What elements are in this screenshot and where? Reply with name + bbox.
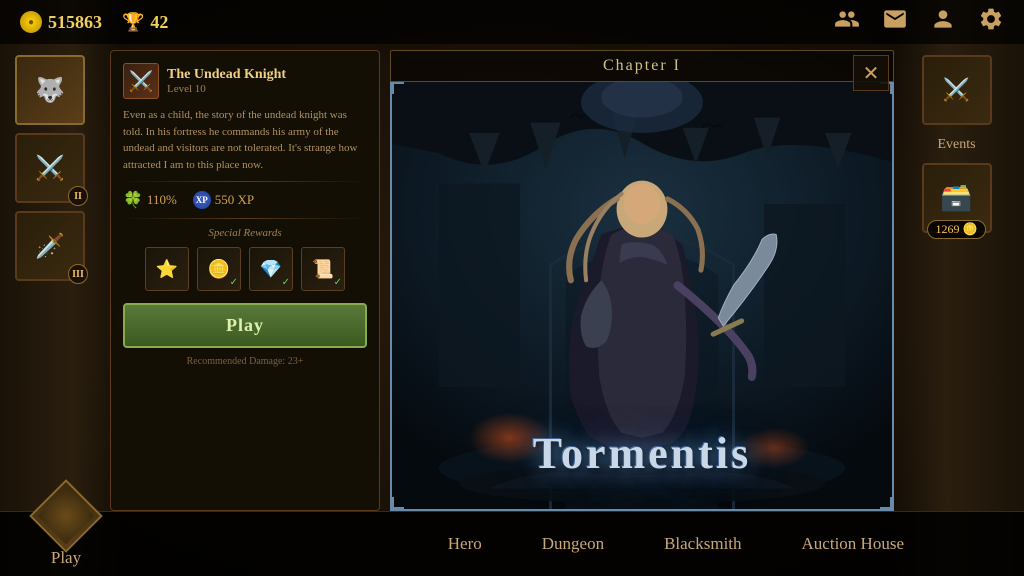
level-slot-3[interactable]: 🗡️ III xyxy=(15,211,85,281)
quest-icon-box: ⚔️ xyxy=(123,63,159,99)
quest-icon: ⚔️ xyxy=(129,69,154,94)
currency-amount: 515863 xyxy=(48,12,102,33)
settings-icon[interactable] xyxy=(978,6,1004,38)
level-slot-1[interactable]: 🐺 xyxy=(15,55,85,125)
level-slot-2-icon: ⚔️ xyxy=(35,154,65,183)
level-badge-3: III xyxy=(68,264,88,284)
level-badge-2: II xyxy=(68,186,88,206)
chapter-label: Chapter I xyxy=(603,57,681,74)
top-bar: ● 515863 🏆 42 xyxy=(0,0,1024,44)
chapter-image[interactable]: Tormentis xyxy=(390,82,894,511)
xp-icon: XP xyxy=(193,191,211,209)
left-sidebar: 🐺 ⚔️ II 🗡️ III xyxy=(15,55,105,281)
reward-scroll-check: ✓ xyxy=(334,277,342,288)
right-sidebar: ⚔️ Events 🗃️ 1269 🪙 xyxy=(899,55,1014,233)
reward-box-xp: ⭐ xyxy=(145,247,189,291)
mail-icon[interactable] xyxy=(882,6,908,38)
luck-reward: 🍀 110% xyxy=(123,190,177,210)
events-label: Events xyxy=(937,137,975,153)
nav-dungeon[interactable]: Dungeon xyxy=(542,534,604,554)
level-slot-1-icon: 🐺 xyxy=(35,76,65,105)
clover-icon: 🍀 xyxy=(123,190,143,210)
level-slot-3-icon: 🗡️ xyxy=(35,232,65,261)
xp-amount: 550 XP xyxy=(215,192,254,208)
chapter-panel: Chapter I xyxy=(390,50,894,511)
play-quest-button[interactable]: Play xyxy=(123,303,367,348)
game-title: Tormentis xyxy=(392,428,892,479)
trophy-count: 42 xyxy=(150,12,168,33)
chest-icon: 🗃️ xyxy=(940,183,972,213)
quest-title: The Undead Knight xyxy=(167,67,286,83)
trophy-display: 🏆 42 xyxy=(122,12,168,33)
reward-icons-row: ⭐ 🪙 ✓ 💎 ✓ 📜 ✓ xyxy=(123,247,367,291)
profile-icon[interactable] xyxy=(930,6,956,38)
corner-ornament-bl xyxy=(392,497,404,509)
chest-count: 1269 🪙 xyxy=(927,220,987,239)
coin-icon: ● xyxy=(20,11,42,33)
quest-panel: ⚔️ The Undead Knight Level 10 Even as a … xyxy=(110,50,380,511)
close-button[interactable]: ✕ xyxy=(853,55,889,91)
reward-gem-icon: 💎 xyxy=(260,259,282,280)
nav-blacksmith[interactable]: Blacksmith xyxy=(664,534,741,554)
reward-box-gem: 💎 ✓ xyxy=(249,247,293,291)
quest-level: Level 10 xyxy=(167,83,286,95)
reward-scroll-icon: 📜 xyxy=(312,259,334,280)
trophy-icon: 🏆 xyxy=(122,12,144,33)
recommended-damage: Recommended Damage: 23+ xyxy=(123,356,367,367)
reward-coin-check: ✓ xyxy=(230,277,238,288)
special-rewards-label: Special Rewards xyxy=(123,227,367,239)
divider-2 xyxy=(123,218,367,219)
events-icon: ⚔️ xyxy=(943,77,970,103)
corner-ornament-tl xyxy=(392,82,404,94)
reward-coin-icon: 🪙 xyxy=(208,259,230,280)
main-content: ⚔️ The Undead Knight Level 10 Even as a … xyxy=(110,50,894,511)
quest-title-area: The Undead Knight Level 10 xyxy=(167,67,286,95)
currency-display: ● 515863 xyxy=(20,11,102,33)
nav-items: Hero Dungeon Blacksmith Auction House xyxy=(448,534,904,554)
quest-description: Even as a child, the story of the undead… xyxy=(123,107,367,173)
corner-ornament-br xyxy=(880,497,892,509)
reward-box-coin: 🪙 ✓ xyxy=(197,247,241,291)
bottom-nav: Play Hero Dungeon Blacksmith Auction Hou… xyxy=(0,511,1024,576)
events-slot[interactable]: ⚔️ xyxy=(922,55,992,125)
reward-gem-check: ✓ xyxy=(282,277,290,288)
quest-header: ⚔️ The Undead Knight Level 10 xyxy=(123,63,367,99)
xp-reward: XP 550 XP xyxy=(193,191,254,209)
nav-auction[interactable]: Auction House xyxy=(802,534,904,554)
luck-percent: 110% xyxy=(147,192,177,208)
friends-icon[interactable] xyxy=(834,6,860,38)
reward-xp-icon: ⭐ xyxy=(156,259,178,280)
reward-box-scroll: 📜 ✓ xyxy=(301,247,345,291)
divider-1 xyxy=(123,181,367,182)
nav-play-diamond[interactable] xyxy=(29,479,103,553)
level-slot-2[interactable]: ⚔️ II xyxy=(15,133,85,203)
nav-hero[interactable]: Hero xyxy=(448,534,482,554)
chapter-header: Chapter I xyxy=(390,50,894,82)
quest-rewards-row: 🍀 110% XP 550 XP xyxy=(123,190,367,210)
nav-play-area: Play xyxy=(40,490,92,568)
chest-slot[interactable]: 🗃️ 1269 🪙 xyxy=(922,163,992,233)
